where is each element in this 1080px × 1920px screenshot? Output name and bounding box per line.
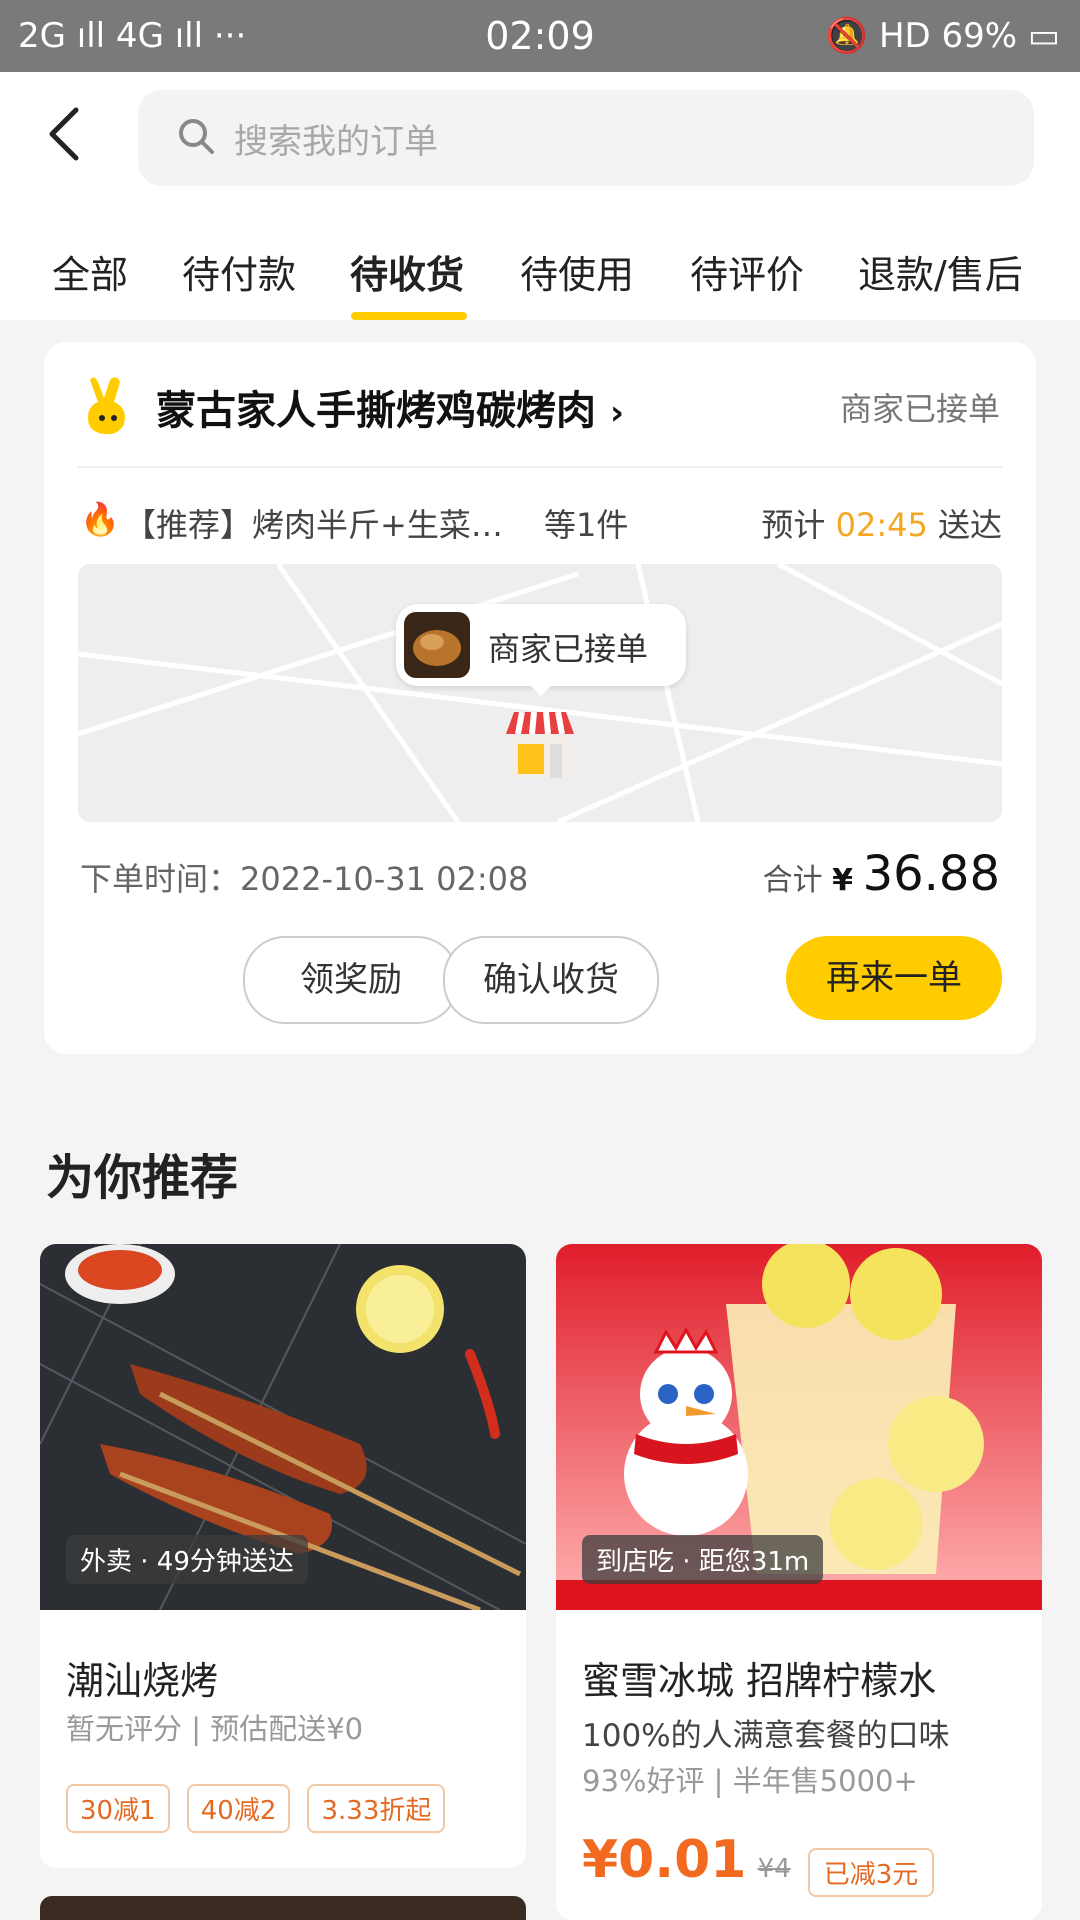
tab-pending-use[interactable]: 待使用 bbox=[520, 244, 634, 299]
recommend-card-lemonade[interactable]: 到店吃 · 距您31m 蜜雪冰城 招牌柠檬水 100%的人满意套餐的口味 93%… bbox=[556, 1244, 1042, 1920]
product-description: 100%的人满意套餐的口味 bbox=[582, 1718, 950, 1754]
currency-symbol: ¥ bbox=[832, 863, 854, 898]
delivery-eta: 预计 02:45 送达 bbox=[761, 500, 1002, 546]
bell-muted-icon: 🔕 bbox=[825, 16, 869, 56]
product-image-bbq: 外卖 · 49分钟送达 bbox=[40, 1244, 526, 1610]
distance-badge: 到店吃 · 距您31m bbox=[582, 1535, 824, 1584]
discount-tag: 已减3元 bbox=[807, 1848, 935, 1897]
back-button[interactable] bbox=[46, 104, 106, 184]
delivery-badge: 外卖 · 49分钟送达 bbox=[66, 1535, 308, 1584]
product-name: 潮汕烧烤 bbox=[66, 1659, 219, 1703]
promo-tags: 30减1 40减2 3.33折起 bbox=[66, 1784, 457, 1833]
tab-refund[interactable]: 退款/售后 bbox=[858, 244, 1023, 299]
order-tabs: 全部 待付款 待收货 待使用 待评价 退款/售后 bbox=[0, 232, 1080, 320]
promo-tag: 30减1 bbox=[66, 1784, 170, 1833]
current-price: ¥0.01 bbox=[582, 1830, 747, 1890]
shop-name-text: 蒙古家人手撕烤鸡碳烤肉 bbox=[156, 388, 596, 434]
recommend-card-bbq[interactable]: 外卖 · 49分钟送达 潮汕烧烤 暂无评分 | 预估配送¥0 30减1 40减2… bbox=[40, 1244, 526, 1868]
tab-pending-review[interactable]: 待评价 bbox=[690, 244, 804, 299]
eta-prefix: 预计 bbox=[761, 506, 826, 544]
divider bbox=[78, 466, 1002, 468]
item-count: 等1件 bbox=[544, 506, 629, 544]
tab-all[interactable]: 全部 bbox=[52, 244, 128, 299]
order-time: 下单时间：2022-10-31 02:08 bbox=[80, 860, 529, 898]
reorder-button[interactable]: 再来一单 bbox=[786, 936, 1002, 1020]
map-status-bubble: 商家已接单 bbox=[396, 604, 686, 696]
store-icon bbox=[498, 704, 582, 788]
recommend-title: 为你推荐 bbox=[46, 1150, 239, 1206]
back-arrow-icon bbox=[49, 107, 79, 161]
map-bubble-text: 商家已接单 bbox=[488, 630, 649, 668]
search-icon bbox=[179, 119, 214, 154]
product-price: ¥0.01 ¥4 已减3元 bbox=[582, 1830, 935, 1897]
status-bar: 2G ıll 4G ıll ··· 02:09 🔕 HD 69% ▭ bbox=[0, 0, 1080, 72]
claim-reward-button[interactable]: 领奖励 bbox=[243, 936, 459, 1024]
shop-thumbnail bbox=[404, 612, 470, 678]
original-price: ¥4 bbox=[757, 1854, 791, 1884]
header: 搜索我的订单 全部 待付款 待收货 待使用 待评价 退款/售后 bbox=[0, 72, 1080, 320]
search-input[interactable]: 搜索我的订单 bbox=[138, 90, 1034, 186]
delivery-map[interactable]: 商家已接单 bbox=[78, 564, 1002, 822]
active-tab-indicator bbox=[351, 312, 467, 320]
next-card-peek[interactable] bbox=[40, 1896, 526, 1920]
order-items: 【推荐】烤肉半斤+生菜… bbox=[124, 506, 503, 544]
promo-tag: 3.33折起 bbox=[307, 1784, 446, 1833]
product-name: 蜜雪冰城 招牌柠檬水 bbox=[582, 1659, 937, 1703]
total-amount: 36.88 bbox=[862, 846, 1000, 902]
shop-name[interactable]: 蒙古家人手撕烤鸡碳烤肉 › bbox=[156, 378, 624, 436]
chevron-right-icon: › bbox=[609, 393, 624, 433]
product-meta: 暂无评分 | 预估配送¥0 bbox=[66, 1712, 364, 1746]
product-meta: 93%好评 | 半年售5000+ bbox=[582, 1764, 918, 1798]
order-card[interactable]: 蒙古家人手撕烤鸡碳烤肉 › 商家已接单 🔥 【推荐】烤肉半斤+生菜… 等1件 预… bbox=[44, 342, 1036, 1054]
shop-logo-icon bbox=[80, 374, 136, 438]
status-right-text: HD 69% bbox=[878, 16, 1018, 56]
tab-pending-delivery[interactable]: 待收货 bbox=[350, 244, 464, 299]
fire-icon: 🔥 bbox=[80, 500, 120, 538]
tab-pending-payment[interactable]: 待付款 bbox=[182, 244, 296, 299]
promo-tag: 40减2 bbox=[186, 1784, 291, 1833]
status-right: 🔕 HD 69% ▭ bbox=[826, 16, 1060, 56]
search-placeholder: 搜索我的订单 bbox=[234, 122, 438, 162]
eta-suffix: 送达 bbox=[937, 506, 1002, 544]
eta-time: 02:45 bbox=[835, 506, 928, 544]
battery-icon: ▭ bbox=[1027, 16, 1060, 56]
product-image-lemonade: 到店吃 · 距您31m bbox=[556, 1244, 1042, 1610]
order-status: 商家已接单 bbox=[839, 390, 1000, 428]
confirm-receipt-button[interactable]: 确认收货 bbox=[443, 936, 659, 1024]
order-total: 合计 ¥ 36.88 bbox=[763, 846, 1000, 902]
total-label: 合计 bbox=[762, 863, 823, 898]
